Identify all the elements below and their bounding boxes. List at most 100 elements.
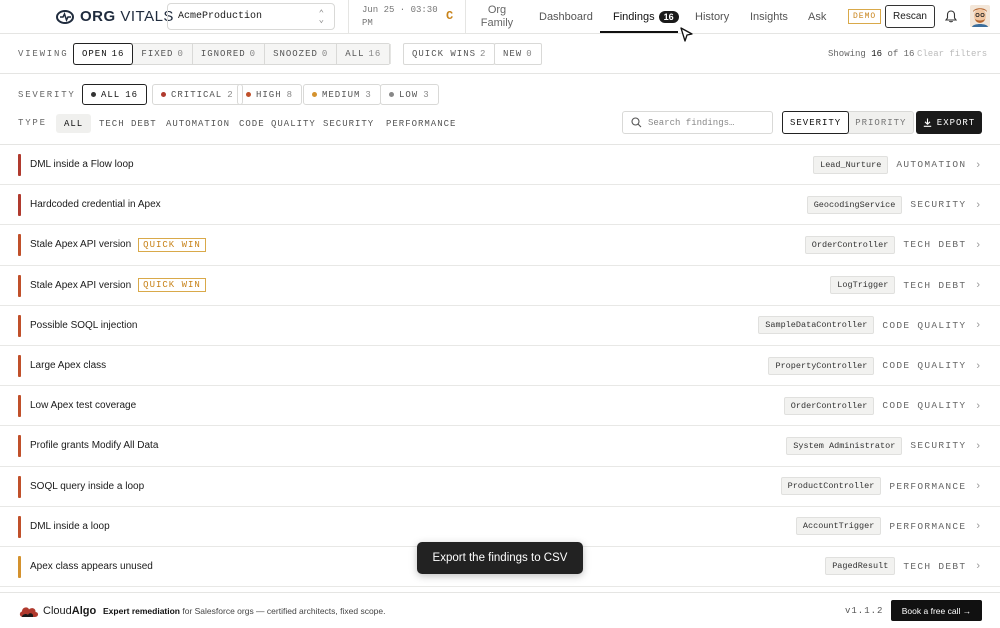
- org-selector[interactable]: AcmeProduction ⌃ ⌄: [167, 3, 335, 30]
- severity-filter-low[interactable]: LOW 3: [380, 84, 439, 105]
- severity-filter-medium[interactable]: MEDIUM 3: [303, 84, 381, 105]
- demo-badge: DEMO: [848, 9, 882, 24]
- type-filter-security[interactable]: SECURITY: [315, 114, 382, 133]
- chevron-right-icon: ›: [976, 439, 980, 452]
- finding-title-wrap: Possible SOQL injection: [30, 320, 137, 331]
- chevron-right-icon: ›: [976, 399, 980, 412]
- org-selector-value: AcmeProduction: [178, 11, 263, 22]
- cloudalgo-brand: CloudAlgo: [43, 605, 97, 617]
- severity-label: SEVERITY: [18, 90, 76, 100]
- nav-ask[interactable]: Ask: [808, 11, 826, 23]
- finding-title-wrap: Large Apex class: [30, 360, 106, 371]
- clear-filters-link[interactable]: Clear filters: [917, 49, 987, 59]
- new-filter[interactable]: NEW 0: [494, 43, 542, 65]
- nav-insights[interactable]: Insights: [750, 11, 788, 23]
- chevron-right-icon: ›: [976, 359, 980, 372]
- app-logo-text: ORG VITALS: [80, 8, 174, 25]
- type-filter-code-quality[interactable]: CODE QUALITY: [231, 114, 324, 133]
- rescan-button[interactable]: Rescan: [885, 5, 935, 28]
- type-filter-all[interactable]: ALL: [56, 114, 92, 133]
- tooltip-toast: Export the findings to CSV: [417, 542, 583, 574]
- search-input[interactable]: [648, 117, 768, 128]
- nav-history[interactable]: History: [695, 11, 729, 23]
- finding-row[interactable]: Stale Apex API version QUICK WIN OrderCon…: [0, 225, 1000, 266]
- component-tag: ProductController: [780, 477, 882, 496]
- severity-indicator: [18, 154, 21, 176]
- finding-meta: ProductController PERFORMANCE ›: [780, 477, 980, 496]
- component-tag: SampleDataController: [758, 316, 875, 335]
- export-label: EXPORT: [936, 117, 976, 128]
- book-call-button[interactable]: Book a free call →: [891, 600, 982, 621]
- finding-row[interactable]: Stale Apex API version QUICK WIN LogTrigg…: [0, 266, 1000, 306]
- finding-row[interactable]: Large Apex class PropertyController CODE…: [0, 346, 1000, 387]
- finding-meta: LogTrigger TECH DEBT ›: [830, 276, 980, 295]
- component-tag: GeocodingService: [806, 195, 903, 214]
- quick-wins-filter[interactable]: QUICK WINS 2: [403, 43, 496, 65]
- component-tag: AccountTrigger: [795, 517, 882, 536]
- finding-row[interactable]: Hardcoded credential in Apex GeocodingSe…: [0, 185, 1000, 226]
- health-grade: C: [446, 9, 454, 23]
- type-label: TYPE: [18, 118, 47, 128]
- showing-count: Showing 16 of 16: [828, 49, 915, 59]
- sort-priority-button[interactable]: PRIORITY: [848, 112, 913, 133]
- finding-meta: Lead_Nurture AUTOMATION ›: [813, 155, 980, 174]
- severity-filter-high[interactable]: HIGH 8: [237, 84, 303, 105]
- cloud-logo-icon: [19, 607, 39, 617]
- nav-org-family[interactable]: Org Family: [478, 4, 516, 30]
- component-tag: System Administrator: [786, 436, 903, 455]
- type-filter-tech-debt[interactable]: TECH DEBT: [91, 114, 165, 133]
- type-filter-performance[interactable]: PERFORMANCE: [378, 114, 464, 133]
- bell-icon[interactable]: [944, 10, 958, 28]
- severity-filter-all[interactable]: ALL 16: [82, 84, 148, 105]
- cloudalgo-logo[interactable]: CloudAlgo: [18, 604, 96, 618]
- nav-dashboard[interactable]: Dashboard: [539, 11, 593, 23]
- finding-row[interactable]: DML inside a loop AccountTrigger PERFORM…: [0, 507, 1000, 547]
- finding-title-wrap: Stale Apex API version QUICK WIN: [30, 278, 206, 293]
- severity-filter-critical[interactable]: CRITICAL 2: [152, 84, 243, 105]
- finding-meta: AccountTrigger PERFORMANCE ›: [795, 517, 980, 536]
- scan-date: Jun 25 · 03:30 PM: [362, 5, 438, 28]
- severity-indicator: [18, 475, 21, 498]
- finding-title-wrap: Profile grants Modify All Data: [30, 440, 158, 451]
- severity-dot: [312, 92, 317, 97]
- finding-row[interactable]: SOQL query inside a loop ProductControll…: [0, 467, 1000, 507]
- viewing-label: VIEWING: [18, 49, 69, 59]
- status-tab-ignored[interactable]: IGNORED 0: [192, 44, 266, 64]
- sort-severity-button[interactable]: SEVERITY: [782, 111, 850, 134]
- severity-dot: [91, 92, 96, 97]
- download-icon: [923, 118, 931, 127]
- chevron-right-icon: ›: [976, 238, 980, 251]
- status-tab-fixed[interactable]: FIXED 0: [133, 44, 193, 64]
- nav-findings[interactable]: Findings 16: [613, 11, 679, 23]
- finding-title-wrap: DML inside a Flow loop: [30, 159, 134, 170]
- finding-row[interactable]: Profile grants Modify All Data System Ad…: [0, 426, 1000, 467]
- finding-row[interactable]: Low Apex test coverage OrderController C…: [0, 386, 1000, 427]
- status-tab-all[interactable]: ALL 16: [337, 44, 390, 64]
- severity-indicator: [18, 354, 21, 377]
- mouse-cursor-icon: [680, 27, 693, 42]
- severity-indicator: [18, 234, 21, 257]
- status-tab-snoozed[interactable]: SNOOZED 0: [265, 44, 338, 64]
- severity-indicator: [18, 555, 21, 578]
- status-tab-open[interactable]: OPEN 16: [73, 43, 134, 65]
- finding-row[interactable]: DML inside a Flow loop Lead_Nurture AUTO…: [0, 145, 1000, 186]
- severity-indicator: [18, 274, 21, 297]
- user-avatar[interactable]: [970, 5, 990, 27]
- chevron-right-icon: ›: [976, 158, 980, 171]
- category-label: TECH DEBT: [903, 239, 967, 251]
- app-logo[interactable]: ORG VITALS: [56, 8, 174, 25]
- finding-title: Stale Apex API version: [30, 279, 132, 291]
- finding-meta: OrderController TECH DEBT ›: [804, 235, 980, 254]
- type-filter-automation[interactable]: AUTOMATION: [158, 114, 238, 133]
- nav-findings-label: Findings: [613, 11, 655, 23]
- search-box[interactable]: [622, 111, 773, 134]
- category-label: AUTOMATION: [896, 159, 967, 171]
- finding-row[interactable]: Possible SOQL injection SampleDataContro…: [0, 306, 1000, 346]
- category-label: CODE QUALITY: [882, 360, 967, 372]
- chevron-updown-icon: ⌃ ⌄: [318, 9, 324, 25]
- quick-win-badge: QUICK WIN: [138, 237, 206, 252]
- divider: [348, 0, 349, 34]
- export-button[interactable]: EXPORT: [916, 111, 982, 134]
- findings-list: DML inside a Flow loop Lead_Nurture AUTO…: [0, 144, 1000, 592]
- severity-dot: [246, 92, 251, 97]
